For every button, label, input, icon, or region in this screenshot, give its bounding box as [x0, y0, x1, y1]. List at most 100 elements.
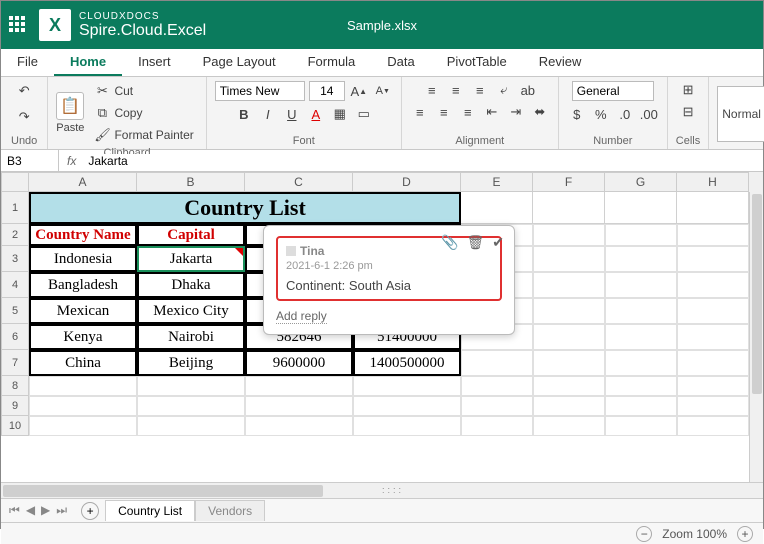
fx-icon[interactable]: fx	[59, 154, 84, 168]
sheet-tab-active[interactable]: Country List	[105, 500, 195, 521]
vertical-scrollbar[interactable]	[749, 192, 763, 482]
cell[interactable]	[245, 416, 353, 436]
col-header[interactable]: G	[605, 172, 677, 192]
cell[interactable]	[677, 416, 749, 436]
cell[interactable]	[137, 416, 245, 436]
percent-button[interactable]: %	[591, 105, 611, 123]
cell[interactable]	[605, 246, 677, 272]
data-cell[interactable]: China	[29, 350, 137, 376]
cell[interactable]	[677, 350, 749, 376]
bold-button[interactable]: B	[234, 105, 254, 123]
cell[interactable]	[533, 396, 605, 416]
cell[interactable]	[605, 298, 677, 324]
cell[interactable]	[677, 376, 749, 396]
cell[interactable]	[533, 298, 605, 324]
row-header[interactable]: 3	[1, 246, 29, 272]
cell[interactable]	[605, 376, 677, 396]
align-right-button[interactable]: ≡	[458, 103, 478, 121]
data-cell[interactable]: Kenya	[29, 324, 137, 350]
tab-pivottable[interactable]: PivotTable	[431, 49, 523, 76]
horizontal-scrollbar[interactable]: ::::	[1, 482, 763, 498]
cell[interactable]	[533, 350, 605, 376]
decrease-font-button[interactable]: A▼	[373, 82, 393, 100]
decrease-decimal-button[interactable]: .0	[615, 105, 635, 123]
paste-button[interactable]: 📋 Paste	[56, 92, 84, 134]
row-header[interactable]: 4	[1, 272, 29, 298]
cut-button[interactable]: ✂Cut	[90, 81, 197, 101]
cell[interactable]	[461, 192, 533, 224]
tab-file[interactable]: File	[1, 49, 54, 76]
number-format-combo[interactable]	[572, 81, 654, 101]
col-header[interactable]: D	[353, 172, 461, 192]
col-header[interactable]: A	[29, 172, 137, 192]
tab-formula[interactable]: Formula	[292, 49, 372, 76]
font-name-combo[interactable]	[215, 81, 305, 101]
borders-button[interactable]: ▭	[354, 105, 374, 123]
cell[interactable]	[677, 272, 749, 298]
header-cell[interactable]: Capital	[137, 224, 245, 246]
cell[interactable]	[605, 416, 677, 436]
cell[interactable]	[353, 376, 461, 396]
name-box[interactable]: B3	[1, 150, 59, 171]
redo-button[interactable]: ↷	[12, 107, 36, 127]
attach-icon[interactable]: 📎	[441, 234, 458, 251]
tab-insert[interactable]: Insert	[122, 49, 187, 76]
sheet-nav-first[interactable]: ⏮	[9, 503, 20, 518]
zoom-in-button[interactable]: +	[737, 526, 753, 542]
cell[interactable]	[605, 272, 677, 298]
col-header[interactable]: F	[533, 172, 605, 192]
cell[interactable]	[29, 416, 137, 436]
align-center-button[interactable]: ≡	[434, 103, 454, 121]
row-header[interactable]: 7	[1, 350, 29, 376]
cell[interactable]	[677, 246, 749, 272]
cell[interactable]	[533, 376, 605, 396]
cell[interactable]	[461, 416, 533, 436]
data-cell[interactable]: 9600000	[245, 350, 353, 376]
cell[interactable]	[533, 224, 605, 246]
increase-font-button[interactable]: A▲	[349, 82, 369, 100]
cell[interactable]	[461, 396, 533, 416]
underline-button[interactable]: U	[282, 105, 302, 123]
cell[interactable]	[605, 350, 677, 376]
cell[interactable]	[677, 324, 749, 350]
col-header[interactable]: H	[677, 172, 749, 192]
undo-button[interactable]: ↶	[12, 81, 36, 101]
increase-indent-button[interactable]: ⇥	[506, 103, 526, 121]
row-header[interactable]: 8	[1, 376, 29, 396]
cell[interactable]	[677, 298, 749, 324]
row-header[interactable]: 1	[1, 192, 29, 224]
data-cell[interactable]: Mexico City	[137, 298, 245, 324]
formula-input[interactable]	[84, 154, 763, 168]
zoom-out-button[interactable]: −	[636, 526, 652, 542]
cell-style-normal[interactable]: Normal	[717, 86, 764, 142]
cell[interactable]	[605, 324, 677, 350]
cell[interactable]	[353, 396, 461, 416]
data-cell[interactable]: 1400500000	[353, 350, 461, 376]
align-middle-button[interactable]: ≡	[446, 81, 466, 99]
align-top-button[interactable]: ≡	[422, 81, 442, 99]
align-bottom-button[interactable]: ≡	[470, 81, 490, 99]
sheet-nav-next[interactable]: ▶	[41, 503, 50, 518]
cell[interactable]	[245, 396, 353, 416]
cell[interactable]	[137, 396, 245, 416]
cell[interactable]	[533, 416, 605, 436]
cell[interactable]	[605, 224, 677, 246]
header-cell[interactable]: Country Name	[29, 224, 137, 246]
cell[interactable]	[533, 272, 605, 298]
row-header[interactable]: 2	[1, 224, 29, 246]
delete-cells-button[interactable]: ⊟	[678, 103, 698, 121]
currency-button[interactable]: $	[567, 105, 587, 123]
data-cell[interactable]: Jakarta	[137, 246, 245, 272]
sheet-nav-last[interactable]: ⏭	[56, 503, 67, 518]
cell[interactable]	[353, 416, 461, 436]
tab-data[interactable]: Data	[371, 49, 430, 76]
cell[interactable]	[677, 192, 749, 224]
font-color-button[interactable]: A	[306, 105, 326, 123]
data-cell[interactable]: Mexican	[29, 298, 137, 324]
insert-cells-button[interactable]: ⊞	[678, 81, 698, 99]
cell[interactable]	[605, 192, 677, 224]
col-header[interactable]: B	[137, 172, 245, 192]
wrap-text-button[interactable]: ⤶	[494, 81, 514, 99]
cell[interactable]	[461, 376, 533, 396]
increase-decimal-button[interactable]: .00	[639, 105, 659, 123]
